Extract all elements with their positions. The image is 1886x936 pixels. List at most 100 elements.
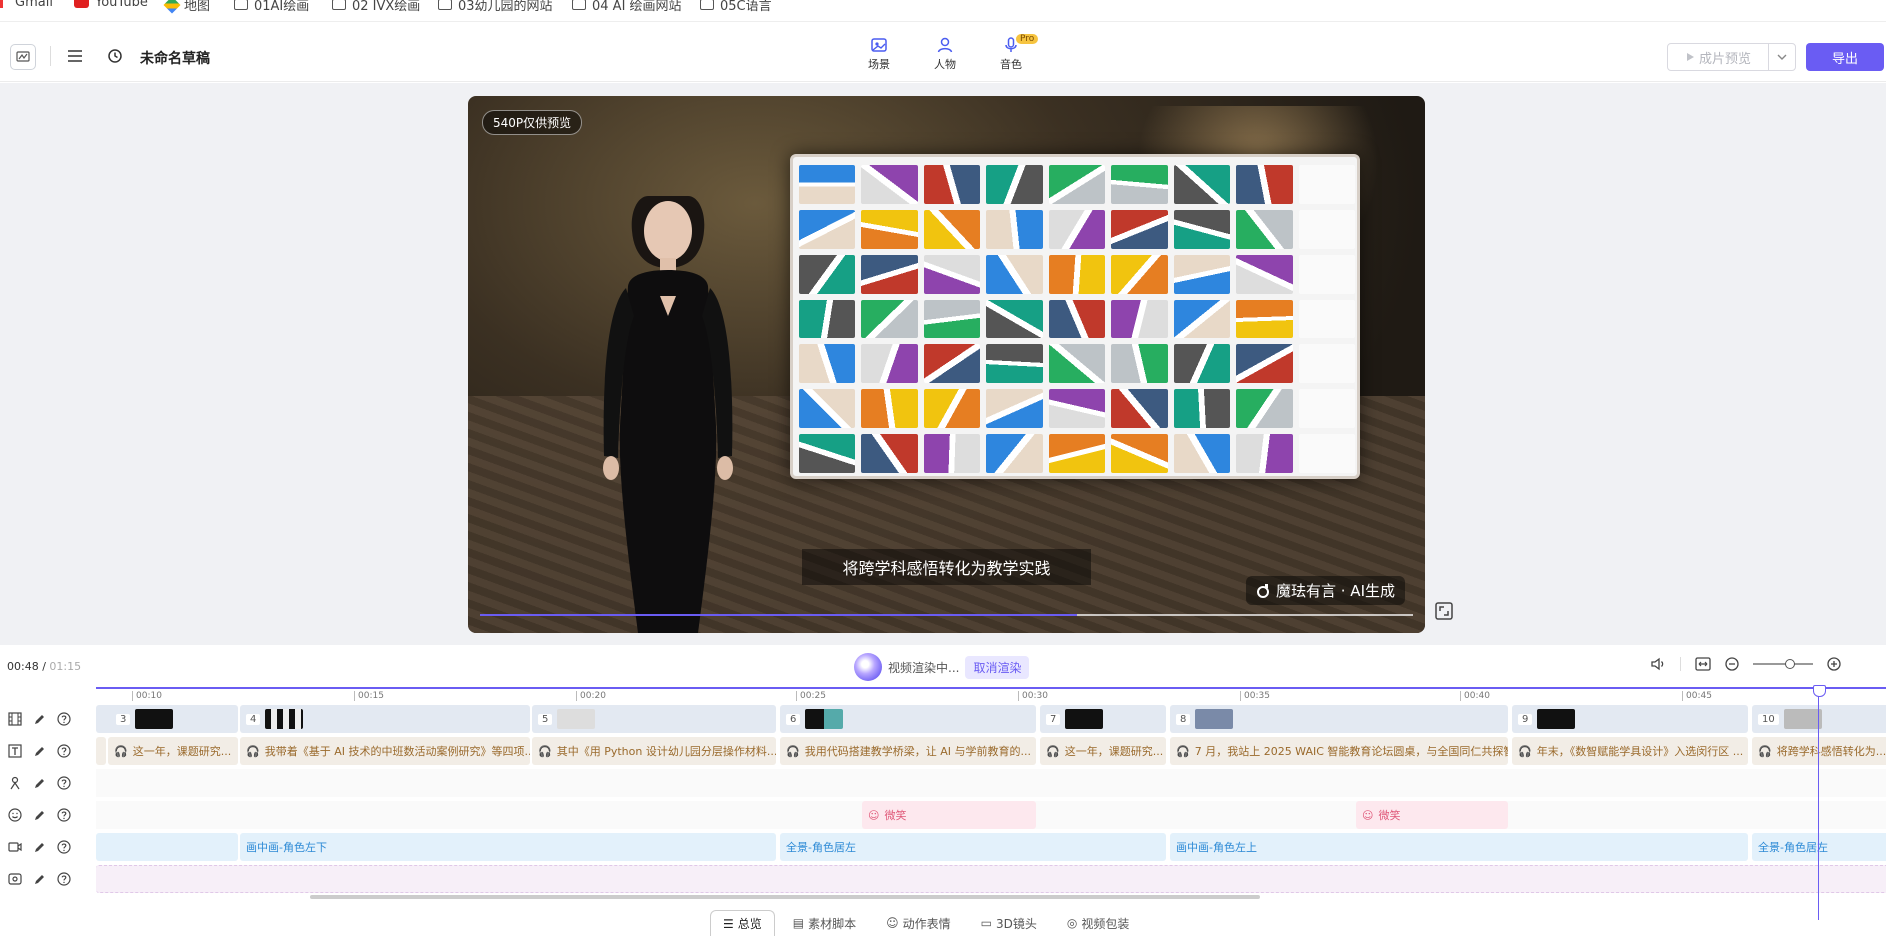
- edit-pencil-icon[interactable]: [33, 809, 46, 822]
- board-thumbnail: [1236, 299, 1293, 339]
- scene-clip[interactable]: 8: [1170, 705, 1508, 733]
- fullscreen-icon[interactable]: [1434, 601, 1458, 625]
- zoom-slider[interactable]: [1753, 659, 1813, 669]
- script-clip[interactable]: 🎧 我用代码搭建教学桥梁，让 AI 与学前教育的...: [780, 737, 1036, 765]
- pro-badge: Pro: [1016, 34, 1039, 44]
- history-icon[interactable]: [104, 45, 126, 67]
- edit-pencil-icon[interactable]: [33, 873, 46, 886]
- video-preview[interactable]: 540P仅供预览 将跨学科感悟转化为教学实践 魔珐有言 · AI生成: [468, 96, 1425, 633]
- brand-logo-icon: [1257, 583, 1269, 598]
- fit-width-icon[interactable]: [1695, 657, 1711, 671]
- bookmark-folder-5[interactable]: 05C语言: [700, 0, 772, 14]
- packaging-clip[interactable]: [96, 865, 1886, 893]
- resolution-badge: 540P仅供预览: [482, 110, 583, 135]
- emotion-clip[interactable]: ☺ 微笑: [862, 801, 1036, 829]
- timeline-scrollbar[interactable]: [310, 895, 1260, 899]
- scene-clip[interactable]: 3: [110, 705, 238, 733]
- zoom-out-icon[interactable]: [1725, 657, 1739, 671]
- draft-title[interactable]: 未命名草稿: [140, 48, 210, 68]
- zoom-slider-knob[interactable]: [1785, 659, 1795, 669]
- tab-3d-camera[interactable]: ▭ 3D镜头: [969, 910, 1049, 936]
- camera-clip[interactable]: 画中画-角色左上: [1170, 833, 1748, 861]
- script-clip[interactable]: 🎧 年末，《数智赋能学具设计》入选闵行区 ...: [1512, 737, 1748, 765]
- track-controls: [0, 703, 95, 895]
- edit-pencil-icon[interactable]: [33, 777, 46, 790]
- board-thumbnail: [1111, 434, 1168, 473]
- bookmark-youtube[interactable]: YouTube: [74, 0, 148, 10]
- camera-icon: [8, 842, 22, 852]
- bookmark-maps[interactable]: 地图: [163, 0, 210, 14]
- camera-clip[interactable]: 全景-角色居左: [780, 833, 1166, 861]
- scene-thumbnail: [1065, 709, 1104, 729]
- scene-clip[interactable]: 9: [1512, 705, 1748, 733]
- editor-topbar: 未命名草稿 场景 人物 Pro 音色 成片预览 导出: [0, 30, 1886, 82]
- help-icon[interactable]: [57, 808, 71, 822]
- board-thumbnail: [1048, 389, 1106, 429]
- smile-icon: ☺: [868, 808, 880, 822]
- script-clip[interactable]: [96, 737, 106, 765]
- cancel-render-button[interactable]: 取消渲染: [965, 655, 1030, 679]
- volume-icon[interactable]: [1650, 657, 1666, 671]
- tab-voice[interactable]: Pro 音色: [992, 34, 1039, 72]
- tab-video-packaging[interactable]: ◎ 视频包装: [1055, 910, 1142, 936]
- camera-clip[interactable]: 画中画-角色左下: [240, 833, 776, 861]
- film-icon: ▤: [792, 916, 805, 930]
- zoom-in-icon[interactable]: [1827, 657, 1841, 671]
- camera-clip[interactable]: [96, 833, 238, 861]
- script-clip[interactable]: 🎧 我带着《基于 AI 技术的中班数活动案例研究》等四项...: [240, 737, 530, 765]
- tab-overview[interactable]: ☰ 总览: [710, 910, 775, 936]
- action-track[interactable]: [96, 769, 1886, 797]
- scene-clip[interactable]: 10: [1752, 705, 1886, 733]
- timecode: 00:48 / 01:15: [7, 660, 82, 673]
- scene-clip[interactable]: 5: [532, 705, 776, 733]
- time-ruler[interactable]: 00:10 00:15 00:20 00:25 00:30 00:35 00:4…: [96, 687, 1886, 703]
- headphones-icon: 🎧: [538, 744, 552, 758]
- help-icon[interactable]: [57, 776, 71, 790]
- playhead[interactable]: [1813, 685, 1826, 920]
- script-clip[interactable]: 🎧 这一年，课题研究...: [1040, 737, 1166, 765]
- ai-watermark: 魔珐有言 · AI生成: [1246, 576, 1405, 605]
- help-icon[interactable]: [57, 744, 71, 758]
- preview-dropdown-button[interactable]: [1768, 43, 1796, 71]
- edit-pencil-icon[interactable]: [33, 841, 46, 854]
- subtitle-text: 将跨学科感悟转化为教学实践: [802, 549, 1091, 585]
- board-thumbnail: [799, 299, 856, 339]
- tab-scene[interactable]: 场景: [860, 36, 898, 72]
- scene-clip[interactable]: 7: [1040, 705, 1166, 733]
- board-thumbnail: [799, 389, 856, 429]
- camera-clip[interactable]: 全景-角色居左: [1752, 833, 1886, 861]
- smile-icon: ☺: [1362, 808, 1374, 822]
- bookmark-folder-1[interactable]: 01AI绘画: [234, 0, 309, 14]
- menu-icon[interactable]: [64, 45, 86, 67]
- board-thumbnail: [923, 209, 981, 249]
- scene-icon: [871, 38, 887, 52]
- bookmark-gmail[interactable]: Gmail: [0, 0, 53, 10]
- tab-material-script[interactable]: ▤ 素材脚本: [781, 910, 868, 936]
- export-button[interactable]: 导出: [1806, 43, 1884, 71]
- emotion-clip[interactable]: ☺ 微笑: [1356, 801, 1508, 829]
- tab-motion-expression[interactable]: ☺ 动作表情: [874, 910, 963, 936]
- help-icon[interactable]: [57, 872, 71, 886]
- script-clip[interactable]: 🎧 这一年，课题研究...: [108, 737, 238, 765]
- bookmark-folder-2[interactable]: 02 IVX绘画: [332, 0, 420, 14]
- script-clip[interactable]: 🎧 其中《用 Python 设计幼儿园分层操作材料...: [532, 737, 776, 765]
- edit-pencil-icon[interactable]: [33, 745, 46, 758]
- play-icon: [1686, 53, 1694, 61]
- bookmark-folder-4[interactable]: 04 AI 绘画网站: [572, 0, 682, 14]
- final-preview-button[interactable]: 成片预览: [1667, 43, 1769, 71]
- scene-clip[interactable]: 6: [780, 705, 1036, 733]
- script-clip[interactable]: 🎧 7 月，我站上 2025 WAIC 智能教育论坛圆桌，与全国同仁共探智...: [1170, 737, 1508, 765]
- app-logo-icon[interactable]: [10, 44, 36, 70]
- help-icon[interactable]: [57, 712, 71, 726]
- timeline-tools: [1650, 657, 1841, 671]
- tab-person[interactable]: 人物: [926, 36, 964, 72]
- help-icon[interactable]: [57, 840, 71, 854]
- scene-clip[interactable]: 4: [240, 705, 530, 733]
- edit-pencil-icon[interactable]: [33, 713, 46, 726]
- bookmark-folder-3[interactable]: 03幼儿园的网站: [438, 0, 553, 14]
- track-control-scene: [0, 703, 95, 735]
- emotion-track: ☺ 微笑 ☺ 微笑: [96, 801, 1886, 829]
- board-thumbnail: [1173, 254, 1231, 294]
- board-thumbnail: [923, 299, 981, 339]
- script-clip[interactable]: 🎧 将跨学科感悟转化为...: [1752, 737, 1886, 765]
